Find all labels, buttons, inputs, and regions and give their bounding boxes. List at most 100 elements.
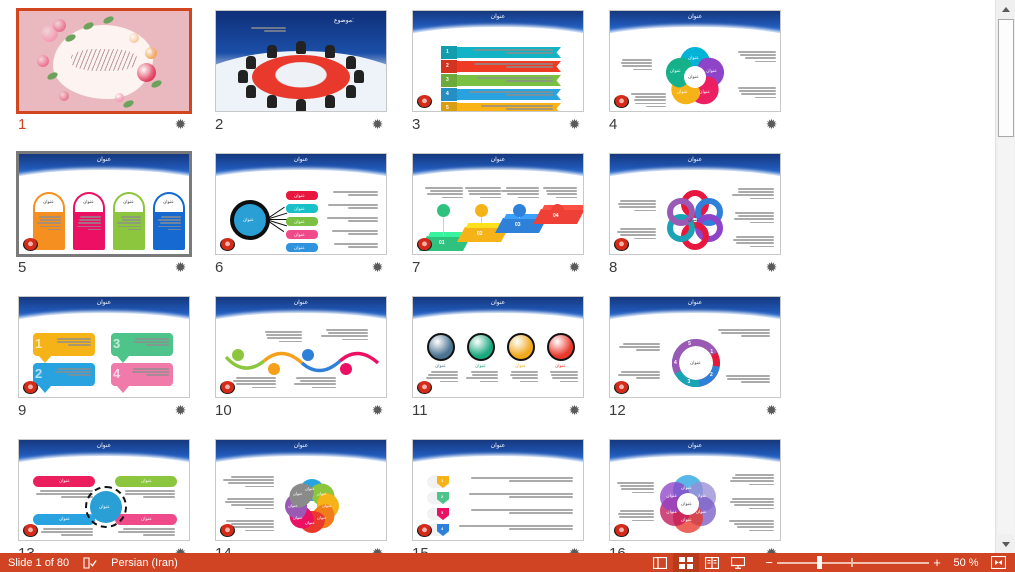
slide-thumbnail-cell[interactable]: عنوانعنوانعنوانعنوانعنوانعنوان13✹ bbox=[14, 437, 211, 553]
slide-thumbnail-12[interactable]: عنوان 1 2 3 4 5 عنوان bbox=[609, 296, 781, 398]
zoom-slider[interactable] bbox=[777, 553, 929, 572]
chair-graphic bbox=[246, 85, 256, 98]
slide-thumbnail-cell[interactable]: عنوان عنوان 8 ✹ bbox=[605, 151, 802, 294]
ribbon-number-tab bbox=[441, 74, 457, 87]
slide-thumbnail-15[interactable]: عنوان 1 2 3 4 bbox=[412, 439, 584, 541]
shape-label: عنوان bbox=[293, 491, 303, 496]
animation-star-icon[interactable]: ✹ bbox=[765, 261, 778, 274]
shape-label: عنوان bbox=[475, 363, 486, 369]
animation-star-icon[interactable]: ✹ bbox=[174, 118, 187, 131]
slide-number-label: 6 bbox=[215, 259, 223, 276]
slide-thumbnail-cell[interactable]: عنوان عنوان عنوان عنوان عنوان 11 ✹ bbox=[408, 294, 605, 437]
language-indicator[interactable]: Persian (Iran) bbox=[111, 557, 178, 569]
slide-thumbnail-5[interactable]: عنوان عنوان عنوان عنوان عنوان bbox=[16, 151, 192, 257]
slide-thumbnail-3[interactable]: عنوان 1 2 3 4 5 bbox=[412, 10, 584, 112]
body-text bbox=[730, 236, 774, 249]
flower-decoration bbox=[37, 55, 49, 67]
zoom-in-button[interactable]: + bbox=[929, 553, 945, 572]
slide-sorter-icon[interactable] bbox=[673, 553, 699, 572]
scroll-up-arrow-icon[interactable] bbox=[996, 0, 1015, 18]
animation-star-icon[interactable]: ✹ bbox=[174, 404, 187, 417]
slide-thumbnail-cell[interactable]: عنوان 01 02 03 04 7 ✹ bbox=[408, 151, 605, 294]
slide-counter[interactable]: Slide 1 of 80 bbox=[8, 557, 69, 569]
slide-number-label: 14 bbox=[215, 545, 232, 553]
slide-thumbnail-2[interactable]: موضوع: bbox=[215, 10, 387, 112]
animation-star-icon[interactable]: ✹ bbox=[174, 261, 187, 274]
slideshow-icon[interactable] bbox=[725, 553, 751, 572]
slide-thumbnail-14[interactable]: عنوان عنوان عنوان عنوان عنوان عنوان عنوان عنوان… bbox=[215, 439, 387, 541]
animation-star-icon[interactable]: ✹ bbox=[371, 118, 384, 131]
glossy-circle bbox=[547, 333, 575, 361]
slide-thumbnail-cell[interactable]: عنوان 10 ✹ bbox=[211, 294, 408, 437]
slide-thumbnail-6[interactable]: عنوان عنوان عنوان عنوان عنوان عنوان عنوان bbox=[215, 153, 387, 255]
slide-thumbnail-16[interactable]: عنوان عنوان عنوان عنوان عنوان عنوان عنوان عنوان bbox=[609, 439, 781, 541]
slide-thumbnail-cell[interactable]: موضوع: 2 ✹ bbox=[211, 8, 408, 151]
slide-thumbnail-13[interactable]: عنوان عنوان عنوان عنوان عنوان عنوان bbox=[18, 439, 190, 541]
slide-thumbnail-cell[interactable]: عنوان عنوان عنوان عنوان عنوان عنوان عنوان عنوان… bbox=[605, 437, 802, 553]
slide-body bbox=[216, 327, 386, 397]
shape-label: 5 bbox=[446, 105, 449, 111]
slide-thumbnail-8[interactable]: عنوان عنوان bbox=[609, 153, 781, 255]
body-text bbox=[77, 216, 101, 232]
slide-sorter-pane[interactable]: 1 ✹ موضوع: 2 ✹ عنوان 1 2 3 4 5 3 ✹ عنوان عنوان عنوان عنو… bbox=[0, 0, 995, 553]
slide-thumbnail-cell[interactable]: عنوان عنوان عنوان عنوان عنوان عنوان عنوان 6 ✹ bbox=[211, 151, 408, 294]
normal-view-icon[interactable] bbox=[647, 553, 673, 572]
scrollbar-track[interactable] bbox=[998, 138, 1014, 534]
reading-view-icon[interactable] bbox=[699, 553, 725, 572]
body-text bbox=[246, 27, 286, 33]
animation-star-icon[interactable]: ✹ bbox=[568, 404, 581, 417]
zoom-slider-handle[interactable] bbox=[817, 556, 822, 569]
body-text bbox=[539, 187, 577, 200]
slide-thumbnail-cell[interactable]: عنوان 1 2 3 4 5 عنوان 12 ✹ bbox=[605, 294, 802, 437]
spellcheck-icon[interactable] bbox=[83, 557, 97, 569]
slide-thumbnail-cell[interactable]: عنوان عنوان عنوان عنوان عنوان عنوان عنوان عنوان… bbox=[211, 437, 408, 553]
slide-thumbnail-9[interactable]: عنوان 1 3 2 4 bbox=[18, 296, 190, 398]
slide-title-text: عنوان bbox=[19, 299, 189, 306]
slide-thumbnail-cell[interactable]: 1 ✹ bbox=[14, 8, 211, 151]
animation-star-icon[interactable]: ✹ bbox=[371, 261, 384, 274]
slide-thumbnail-1[interactable] bbox=[16, 8, 192, 114]
body-text bbox=[37, 216, 61, 232]
zoom-out-button[interactable]: − bbox=[761, 553, 777, 572]
slide-thumbnail-10[interactable]: عنوان bbox=[215, 296, 387, 398]
slide-canvas: عنوان bbox=[216, 297, 386, 397]
vertical-scrollbar[interactable] bbox=[995, 0, 1015, 553]
slide-thumbnail-cell[interactable]: عنوان123415✹ bbox=[408, 437, 605, 553]
zoom-level-label[interactable]: 50 % bbox=[945, 557, 987, 569]
slide-thumbnail-cell[interactable]: عنوان عنوان عنوان عنوان عنوان 5 ✹ bbox=[14, 151, 211, 294]
animation-star-icon[interactable]: ✹ bbox=[371, 404, 384, 417]
shape-label: 2 bbox=[710, 372, 713, 378]
slide-thumbnail-11[interactable]: عنوان عنوان عنوان عنوان عنوان bbox=[412, 296, 584, 398]
slide-title-text: عنوان bbox=[413, 442, 583, 449]
animation-star-icon[interactable]: ✹ bbox=[568, 118, 581, 131]
slide-body: عنوان عنوان عنوان عنوان bbox=[19, 184, 189, 254]
shape-label: 2 bbox=[446, 63, 449, 69]
animation-star-icon[interactable]: ✹ bbox=[568, 261, 581, 274]
shape-label: 2 bbox=[441, 494, 443, 499]
slide-thumbnail-cell[interactable]: عنوان عنوان عنوان عنوان عنوان عنوان عنوان 4 ✹ bbox=[605, 8, 802, 151]
animation-star-icon[interactable]: ✹ bbox=[765, 404, 778, 417]
shape-label: عنوان bbox=[294, 206, 305, 212]
scroll-down-arrow-icon[interactable] bbox=[996, 535, 1015, 553]
body-text bbox=[35, 528, 93, 538]
slide-thumbnail-cell[interactable]: عنوان 1 2 3 4 5 3 ✹ bbox=[408, 8, 605, 151]
slide-thumbnail-cell[interactable]: عنوان 1 3 2 4 9 ✹ bbox=[14, 294, 211, 437]
flower-decoration bbox=[115, 93, 124, 102]
animation-star-icon[interactable]: ✹ bbox=[765, 118, 778, 131]
shape-label: 5 bbox=[688, 341, 691, 347]
slide-thumbnail-4[interactable]: عنوان عنوان عنوان عنوان عنوان عنوان عنوان bbox=[609, 10, 781, 112]
body-text bbox=[614, 510, 654, 523]
fit-to-window-icon[interactable] bbox=[987, 553, 1009, 572]
slide-thumbnail-7[interactable]: عنوان 01 02 03 04 bbox=[412, 153, 584, 255]
status-bar: Slide 1 of 80 Persian (Iran) − + 50 % bbox=[0, 553, 1015, 572]
slide-body: 01 02 03 04 bbox=[413, 184, 583, 254]
body-text bbox=[738, 51, 776, 64]
slide-number-label: 3 bbox=[412, 116, 420, 133]
shape-label: 01 bbox=[439, 240, 445, 246]
step-dot bbox=[437, 204, 450, 217]
scrollbar-thumb[interactable] bbox=[998, 19, 1014, 137]
flower-decoration bbox=[129, 33, 139, 43]
ribbon-number-tab bbox=[441, 88, 457, 101]
body-text bbox=[292, 377, 336, 390]
chair-graphic bbox=[325, 45, 335, 58]
